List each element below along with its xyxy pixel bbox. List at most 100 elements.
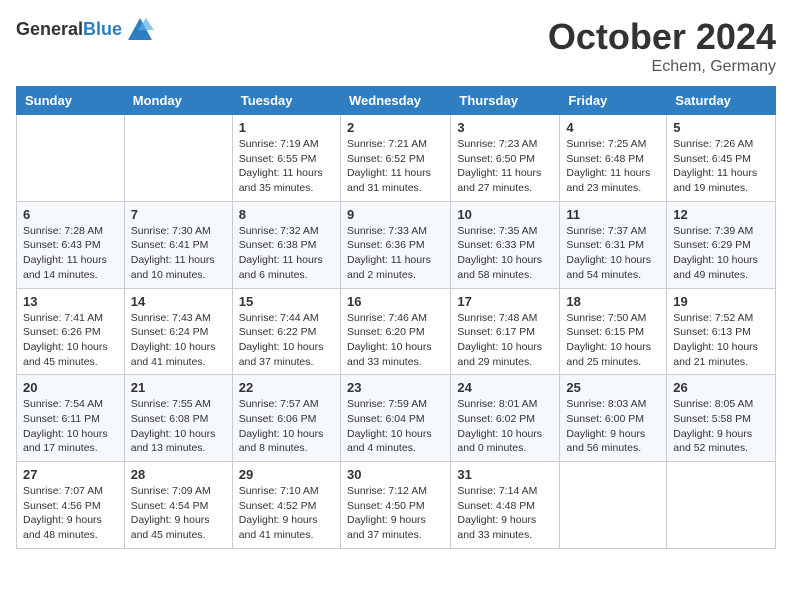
- day-info: Sunrise: 7:30 AMSunset: 6:41 PMDaylight:…: [131, 224, 226, 283]
- day-info: Sunrise: 7:26 AMSunset: 6:45 PMDaylight:…: [673, 137, 769, 196]
- month-title: October 2024: [548, 16, 776, 58]
- day-info: Sunrise: 7:50 AMSunset: 6:15 PMDaylight:…: [566, 311, 660, 370]
- day-info: Sunrise: 7:19 AMSunset: 6:55 PMDaylight:…: [239, 137, 334, 196]
- weekday-header-row: SundayMondayTuesdayWednesdayThursdayFrid…: [17, 87, 776, 115]
- day-number: 14: [131, 294, 226, 309]
- day-info: Sunrise: 7:54 AMSunset: 6:11 PMDaylight:…: [23, 397, 118, 456]
- week-row-2: 6Sunrise: 7:28 AMSunset: 6:43 PMDaylight…: [17, 201, 776, 288]
- day-number: 21: [131, 380, 226, 395]
- weekday-header-thursday: Thursday: [451, 87, 560, 115]
- weekday-header-saturday: Saturday: [667, 87, 776, 115]
- day-info: Sunrise: 8:05 AMSunset: 5:58 PMDaylight:…: [673, 397, 769, 456]
- day-cell-22: 22Sunrise: 7:57 AMSunset: 6:06 PMDayligh…: [232, 375, 340, 462]
- day-info: Sunrise: 7:46 AMSunset: 6:20 PMDaylight:…: [347, 311, 444, 370]
- day-number: 9: [347, 207, 444, 222]
- day-cell-9: 9 Sunrise: 7:33 AMSunset: 6:36 PMDaylight…: [340, 201, 450, 288]
- day-cell-6: 6Sunrise: 7:28 AMSunset: 6:43 PMDaylight…: [17, 201, 125, 288]
- week-row-4: 20 Sunrise: 7:54 AMSunset: 6:11 PMDayligh…: [17, 375, 776, 462]
- empty-cell: [124, 115, 232, 202]
- day-cell-27: 27 Sunrise: 7:07 AMSunset: 4:56 PMDayligh…: [17, 462, 125, 549]
- day-number: 1: [239, 120, 334, 135]
- day-info: Sunrise: 7:55 AMSunset: 6:08 PMDaylight:…: [131, 397, 226, 456]
- day-number: 13: [23, 294, 118, 309]
- day-number: 18: [566, 294, 660, 309]
- logo: GeneralBlue: [16, 16, 154, 44]
- page-header: GeneralBlue October 2024 Echem, Germany: [16, 16, 776, 76]
- day-info: Sunrise: 7:21 AMSunset: 6:52 PMDaylight:…: [347, 137, 444, 196]
- day-number: 10: [457, 207, 553, 222]
- day-number: 12: [673, 207, 769, 222]
- day-cell-15: 15 Sunrise: 7:44 AMSunset: 6:22 PMDayligh…: [232, 288, 340, 375]
- day-cell-23: 23 Sunrise: 7:59 AMSunset: 6:04 PMDayligh…: [340, 375, 450, 462]
- day-number: 24: [457, 380, 553, 395]
- day-info: Sunrise: 7:10 AMSunset: 4:52 PMDaylight:…: [239, 484, 334, 543]
- day-cell-24: 24 Sunrise: 8:01 AMSunset: 6:02 PMDayligh…: [451, 375, 560, 462]
- day-info: Sunrise: 8:03 AMSunset: 6:00 PMDaylight:…: [566, 397, 660, 456]
- day-number: 19: [673, 294, 769, 309]
- day-cell-17: 17 Sunrise: 7:48 AMSunset: 6:17 PMDayligh…: [451, 288, 560, 375]
- day-number: 8: [239, 207, 334, 222]
- day-info: Sunrise: 7:41 AMSunset: 6:26 PMDaylight:…: [23, 311, 118, 370]
- day-number: 3: [457, 120, 553, 135]
- day-number: 23: [347, 380, 444, 395]
- day-cell-18: 18 Sunrise: 7:50 AMSunset: 6:15 PMDayligh…: [560, 288, 667, 375]
- day-cell-7: 7Sunrise: 7:30 AMSunset: 6:41 PMDaylight…: [124, 201, 232, 288]
- day-number: 5: [673, 120, 769, 135]
- day-info: Sunrise: 7:52 AMSunset: 6:13 PMDaylight:…: [673, 311, 769, 370]
- day-cell-21: 21 Sunrise: 7:55 AMSunset: 6:08 PMDayligh…: [124, 375, 232, 462]
- day-cell-20: 20 Sunrise: 7:54 AMSunset: 6:11 PMDayligh…: [17, 375, 125, 462]
- day-cell-13: 13 Sunrise: 7:41 AMSunset: 6:26 PMDayligh…: [17, 288, 125, 375]
- day-info: Sunrise: 7:39 AMSunset: 6:29 PMDaylight:…: [673, 224, 769, 283]
- day-number: 17: [457, 294, 553, 309]
- weekday-header-sunday: Sunday: [17, 87, 125, 115]
- day-number: 31: [457, 467, 553, 482]
- day-info: Sunrise: 7:23 AMSunset: 6:50 PMDaylight:…: [457, 137, 553, 196]
- day-cell-10: 10 Sunrise: 7:35 AMSunset: 6:33 PMDayligh…: [451, 201, 560, 288]
- day-cell-30: 30Sunrise: 7:12 AMSunset: 4:50 PMDayligh…: [340, 462, 450, 549]
- day-cell-4: 4Sunrise: 7:25 AMSunset: 6:48 PMDaylight…: [560, 115, 667, 202]
- week-row-1: 1 Sunrise: 7:19 AMSunset: 6:55 PMDaylight…: [17, 115, 776, 202]
- day-cell-1: 1 Sunrise: 7:19 AMSunset: 6:55 PMDaylight…: [232, 115, 340, 202]
- day-info: Sunrise: 7:07 AMSunset: 4:56 PMDaylight:…: [23, 484, 118, 543]
- calendar-table: SundayMondayTuesdayWednesdayThursdayFrid…: [16, 86, 776, 549]
- day-number: 2: [347, 120, 444, 135]
- day-info: Sunrise: 7:43 AMSunset: 6:24 PMDaylight:…: [131, 311, 226, 370]
- day-cell-14: 14 Sunrise: 7:43 AMSunset: 6:24 PMDayligh…: [124, 288, 232, 375]
- day-cell-12: 12 Sunrise: 7:39 AMSunset: 6:29 PMDayligh…: [667, 201, 776, 288]
- empty-cell: [667, 462, 776, 549]
- day-cell-3: 3 Sunrise: 7:23 AMSunset: 6:50 PMDaylight…: [451, 115, 560, 202]
- weekday-header-tuesday: Tuesday: [232, 87, 340, 115]
- day-info: Sunrise: 7:35 AMSunset: 6:33 PMDaylight:…: [457, 224, 553, 283]
- logo-icon: [126, 16, 154, 44]
- day-info: Sunrise: 7:59 AMSunset: 6:04 PMDaylight:…: [347, 397, 444, 456]
- day-info: Sunrise: 8:01 AMSunset: 6:02 PMDaylight:…: [457, 397, 553, 456]
- day-number: 20: [23, 380, 118, 395]
- day-number: 26: [673, 380, 769, 395]
- day-number: 6: [23, 207, 118, 222]
- day-cell-28: 28 Sunrise: 7:09 AMSunset: 4:54 PMDayligh…: [124, 462, 232, 549]
- day-number: 27: [23, 467, 118, 482]
- week-row-3: 13 Sunrise: 7:41 AMSunset: 6:26 PMDayligh…: [17, 288, 776, 375]
- weekday-header-friday: Friday: [560, 87, 667, 115]
- day-info: Sunrise: 7:09 AMSunset: 4:54 PMDaylight:…: [131, 484, 226, 543]
- day-cell-26: 26 Sunrise: 8:05 AMSunset: 5:58 PMDayligh…: [667, 375, 776, 462]
- day-info: Sunrise: 7:48 AMSunset: 6:17 PMDaylight:…: [457, 311, 553, 370]
- day-cell-29: 29Sunrise: 7:10 AMSunset: 4:52 PMDayligh…: [232, 462, 340, 549]
- day-number: 30: [347, 467, 444, 482]
- day-number: 28: [131, 467, 226, 482]
- day-info: Sunrise: 7:33 AMSunset: 6:36 PMDaylight:…: [347, 224, 444, 283]
- day-cell-31: 31 Sunrise: 7:14 AMSunset: 4:48 PMDayligh…: [451, 462, 560, 549]
- empty-cell: [560, 462, 667, 549]
- week-row-5: 27 Sunrise: 7:07 AMSunset: 4:56 PMDayligh…: [17, 462, 776, 549]
- day-cell-2: 2 Sunrise: 7:21 AMSunset: 6:52 PMDaylight…: [340, 115, 450, 202]
- day-info: Sunrise: 7:37 AMSunset: 6:31 PMDaylight:…: [566, 224, 660, 283]
- day-info: Sunrise: 7:14 AMSunset: 4:48 PMDaylight:…: [457, 484, 553, 543]
- day-info: Sunrise: 7:44 AMSunset: 6:22 PMDaylight:…: [239, 311, 334, 370]
- day-number: 15: [239, 294, 334, 309]
- day-info: Sunrise: 7:57 AMSunset: 6:06 PMDaylight:…: [239, 397, 334, 456]
- day-cell-19: 19 Sunrise: 7:52 AMSunset: 6:13 PMDayligh…: [667, 288, 776, 375]
- day-cell-25: 25Sunrise: 8:03 AMSunset: 6:00 PMDayligh…: [560, 375, 667, 462]
- day-info: Sunrise: 7:25 AMSunset: 6:48 PMDaylight:…: [566, 137, 660, 196]
- day-cell-16: 16Sunrise: 7:46 AMSunset: 6:20 PMDayligh…: [340, 288, 450, 375]
- day-cell-8: 8Sunrise: 7:32 AMSunset: 6:38 PMDaylight…: [232, 201, 340, 288]
